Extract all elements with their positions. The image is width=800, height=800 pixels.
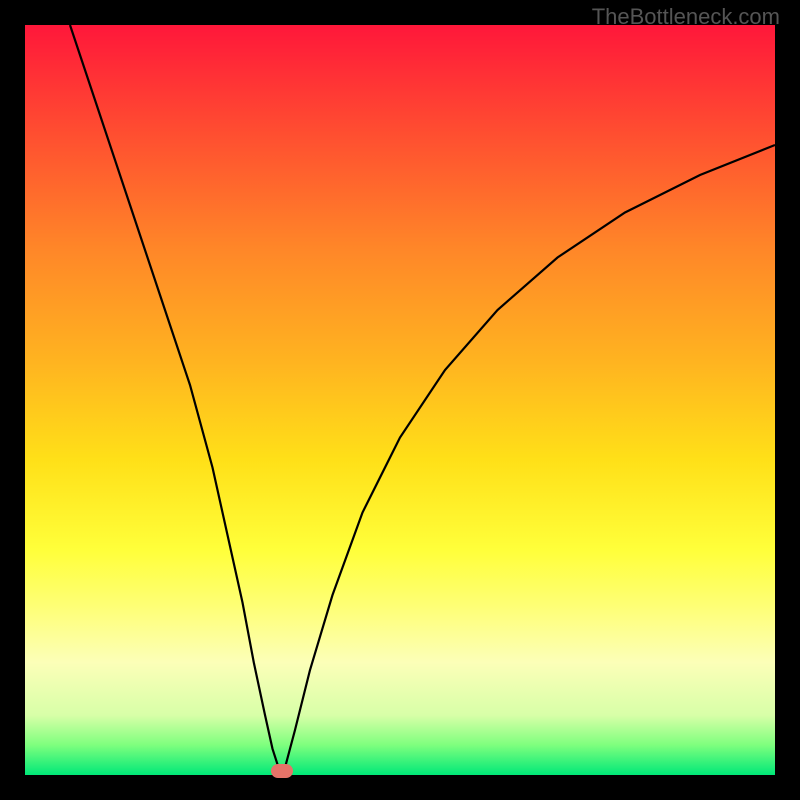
- chart-plot-area: [25, 25, 775, 775]
- bottleneck-curve: [25, 25, 775, 775]
- watermark-text: TheBottleneck.com: [592, 4, 780, 30]
- optimal-point-marker: [271, 764, 293, 778]
